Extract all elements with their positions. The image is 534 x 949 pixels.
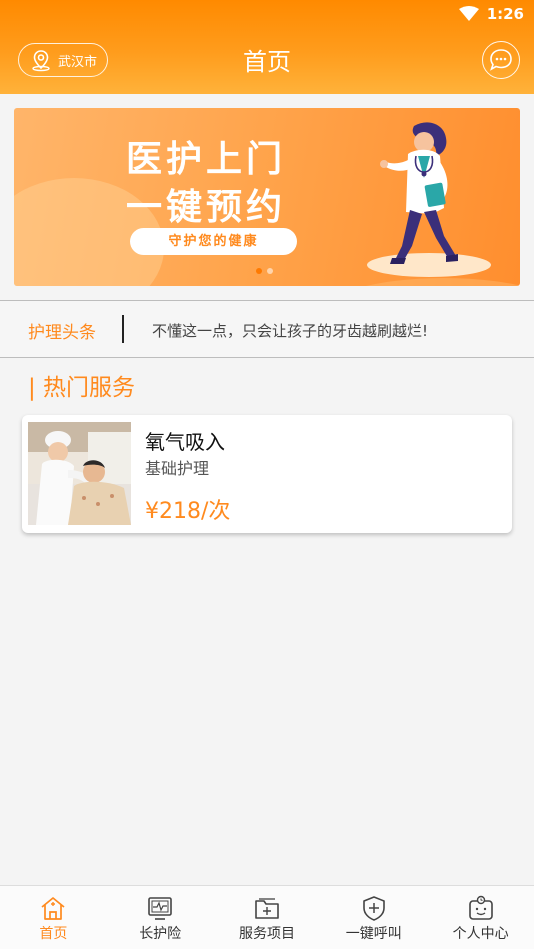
news-divider	[122, 315, 124, 343]
service-card[interactable]: 氧气吸入 基础护理 ¥218/次	[22, 415, 512, 533]
service-name: 氧气吸入	[145, 430, 225, 454]
carousel-dot[interactable]	[256, 268, 262, 274]
bottom-tab-bar: 首页 长护险 服务项目 一键呼叫 个人中心	[0, 885, 534, 949]
page-title: 首页	[243, 48, 291, 76]
service-category: 基础护理	[145, 459, 210, 478]
tab-long-term-care-label: 长护险	[139, 926, 182, 942]
tab-home-label: 首页	[39, 926, 68, 942]
news-ticker[interactable]: 护理头条 不懂这一点，只会让孩子的牙齿越刷越烂!	[0, 300, 534, 358]
section-title-hot-services: | 热门服务	[28, 375, 136, 401]
banner-slogan: 守护您的健康	[130, 228, 297, 255]
promo-banner[interactable]: 医护上门 一键预约 守护您的健康	[14, 108, 520, 286]
tab-profile[interactable]: 个人中心	[427, 886, 534, 949]
carousel-indicator	[256, 268, 273, 274]
folder-plus-icon	[255, 898, 279, 919]
tab-services-label: 服务项目	[238, 926, 295, 942]
tab-services[interactable]: 服务项目	[214, 886, 321, 949]
status-time: 1:26	[486, 5, 524, 23]
home-icon	[41, 897, 65, 920]
banner-headline-2: 一键预约	[126, 187, 287, 228]
app-header: 1:26 武汉市 首页	[0, 0, 534, 94]
monitor-icon	[148, 897, 172, 920]
user-face-icon	[468, 895, 493, 920]
banner-headline-1: 医护上门	[126, 139, 287, 180]
wifi-icon	[458, 6, 479, 21]
carousel-dot[interactable]	[267, 268, 273, 274]
tab-long-term-care[interactable]: 长护险	[107, 886, 214, 949]
service-price: ¥218/次	[145, 499, 231, 524]
news-headline[interactable]: 不懂这一点，只会让孩子的牙齿越刷越烂!	[152, 320, 428, 341]
tab-home[interactable]: 首页	[0, 886, 107, 949]
nurse-patient-photo	[28, 422, 131, 525]
shield-plus-icon	[362, 896, 385, 921]
banner-decoration	[314, 278, 520, 286]
tab-profile-label: 个人中心	[452, 926, 509, 942]
status-bar: 1:26	[458, 4, 524, 24]
service-thumbnail	[28, 422, 131, 525]
chat-bubble-icon	[490, 49, 512, 71]
tab-one-key-call[interactable]: 一键呼叫	[320, 886, 427, 949]
news-tag: 护理头条	[28, 323, 96, 343]
doctor-illustration	[367, 122, 491, 277]
message-button[interactable]	[482, 41, 520, 79]
tab-one-key-call-label: 一键呼叫	[345, 926, 402, 942]
